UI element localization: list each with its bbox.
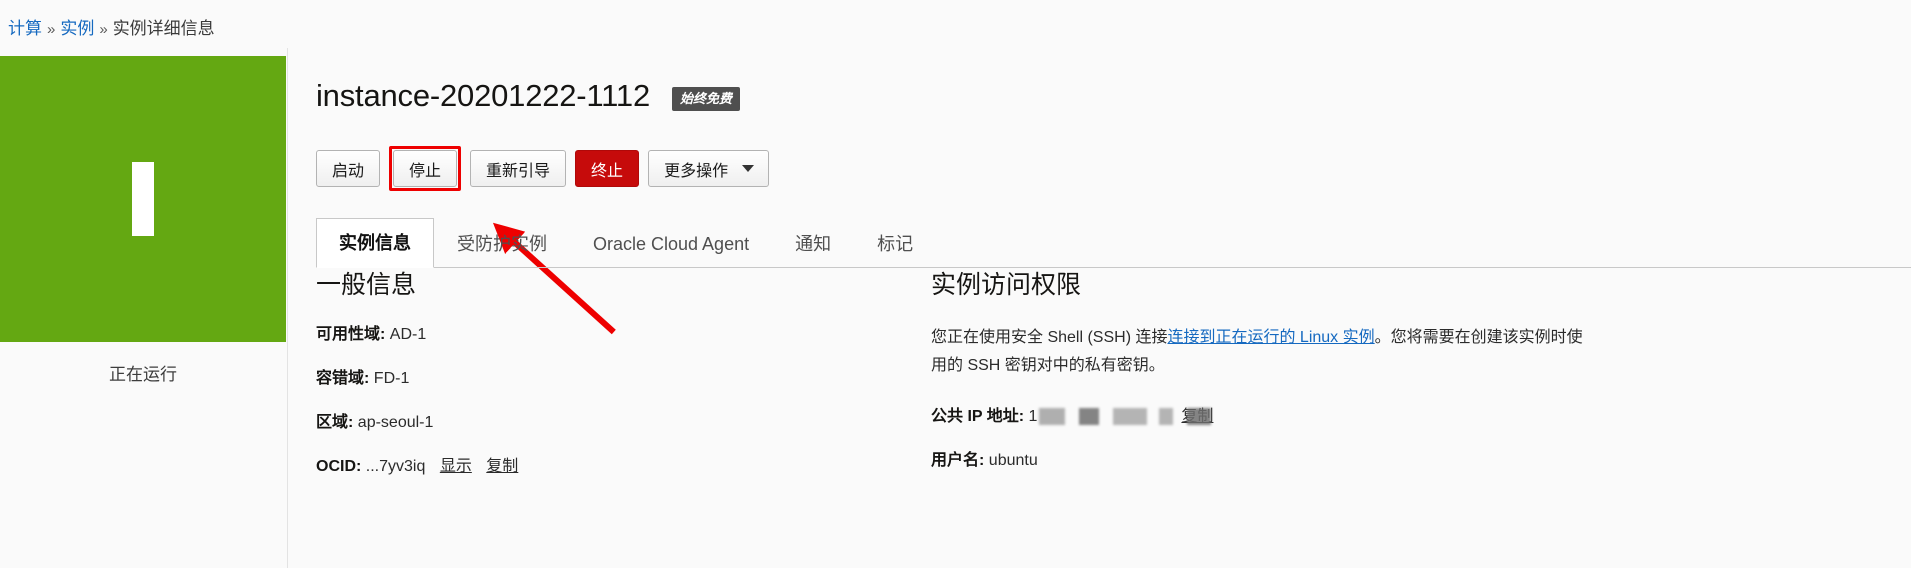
instance-status-box — [0, 56, 286, 342]
tab-shielded-instance[interactable]: 受防护实例 — [434, 219, 570, 268]
stop-button[interactable]: 停止 — [393, 150, 458, 187]
instance-info-content: 一般信息 可用性域: AD-1 容错域: FD-1 区域: ap-seoul-1… — [316, 270, 1911, 568]
ssh-paragraph-line-2: 用的 SSH 密钥对中的私有密钥。 — [931, 357, 1165, 374]
tab-oracle-cloud-agent[interactable]: Oracle Cloud Agent — [570, 219, 772, 268]
terminate-button[interactable]: 终止 — [575, 150, 640, 187]
field-value: ap-seoul-1 — [357, 414, 434, 431]
breadcrumb: 计算» 实例» 实例详细信息 — [8, 18, 215, 41]
field-label: 容错域: — [316, 370, 370, 387]
ssh-text-before-link: 您正在使用安全 Shell (SSH) 连接 — [931, 329, 1168, 346]
breadcrumb-item-current: 实例详细信息 — [112, 19, 215, 38]
more-actions-button[interactable]: 更多操作 — [648, 150, 770, 187]
ssh-paragraph-line-1: 您正在使用安全 Shell (SSH) 连接连接到正在运行的 Linux 实例。… — [931, 329, 1583, 346]
field-value: AD-1 — [389, 326, 427, 343]
instance-access-title: 实例访问权限 — [931, 271, 1082, 299]
breadcrumb-item-instances[interactable]: 实例 — [60, 19, 94, 38]
field-region: 区域: ap-seoul-1 — [316, 412, 901, 434]
connect-linux-instance-link[interactable]: 连接到正在运行的 Linux 实例 — [1167, 329, 1374, 346]
instance-status-panel: 正在运行 — [0, 56, 286, 386]
instance-main-region: instance-20201222-1112 始终免费 启动 停止 重新引导 终… — [287, 48, 1911, 568]
field-availability-domain: 可用性域: AD-1 — [316, 324, 901, 346]
reboot-button[interactable]: 重新引导 — [470, 150, 567, 187]
public-ip-redacted-mask — [1039, 408, 1212, 425]
field-label: 可用性域: — [316, 326, 386, 343]
general-info-title: 一般信息 — [316, 271, 417, 299]
field-value: ...7yv3iq — [365, 458, 426, 475]
field-public-ip: 公共 IP 地址: 1复制 — [931, 406, 1881, 428]
ocid-show-link[interactable]: 显示 — [440, 458, 472, 475]
breadcrumb-separator: » — [99, 21, 108, 38]
instance-details-page: 计算» 实例» 实例详细信息 正在运行 instance-20201222-1112… — [0, 0, 1911, 568]
always-free-badge: 始终免费 — [672, 87, 741, 111]
field-username: 用户名: ubuntu — [931, 450, 1881, 472]
breadcrumb-separator: » — [47, 21, 56, 38]
instance-running-bar-icon — [132, 162, 154, 236]
ocid-copy-link[interactable]: 复制 — [486, 458, 518, 475]
tab-notifications[interactable]: 通知 — [772, 219, 854, 268]
instance-status-label: 正在运行 — [109, 365, 177, 384]
chevron-down-icon — [742, 165, 755, 172]
stop-button-highlight: 停止 — [389, 146, 462, 191]
breadcrumb-item-compute[interactable]: 计算 — [8, 19, 42, 38]
tab-tags[interactable]: 标记 — [854, 219, 936, 268]
instance-action-buttons: 启动 停止 重新引导 终止 更多操作 — [316, 146, 778, 191]
page-title: instance-20201222-1112 — [316, 78, 650, 113]
field-label: 公共 IP 地址: — [931, 408, 1025, 425]
field-value: ubuntu — [988, 452, 1038, 469]
field-fault-domain: 容错域: FD-1 — [316, 368, 901, 390]
general-info-column: 一般信息 可用性域: AD-1 容错域: FD-1 区域: ap-seoul-1… — [316, 270, 931, 568]
more-actions-label: 更多操作 — [664, 162, 729, 180]
instance-tabs: 实例信息 受防护实例 Oracle Cloud Agent 通知 标记 — [316, 218, 1911, 268]
page-title-row: instance-20201222-1112 始终免费 — [316, 77, 741, 115]
tab-instance-info[interactable]: 实例信息 — [316, 218, 434, 268]
public-ip-value-prefix: 1 — [1028, 408, 1038, 425]
start-button[interactable]: 启动 — [316, 150, 381, 187]
field-value: FD-1 — [373, 370, 410, 387]
field-label: OCID: — [316, 458, 362, 475]
ssh-access-paragraph: 您正在使用安全 Shell (SSH) 连接连接到正在运行的 Linux 实例。… — [931, 324, 1641, 380]
field-label: 用户名: — [931, 452, 985, 469]
instance-access-column: 实例访问权限 您正在使用安全 Shell (SSH) 连接连接到正在运行的 Li… — [931, 270, 1911, 568]
ssh-text-after-link: 。您将需要在创建该实例时使 — [1374, 329, 1583, 346]
field-label: 区域: — [316, 414, 354, 431]
field-ocid: OCID: ...7yv3iq 显示 复制 — [316, 456, 901, 478]
